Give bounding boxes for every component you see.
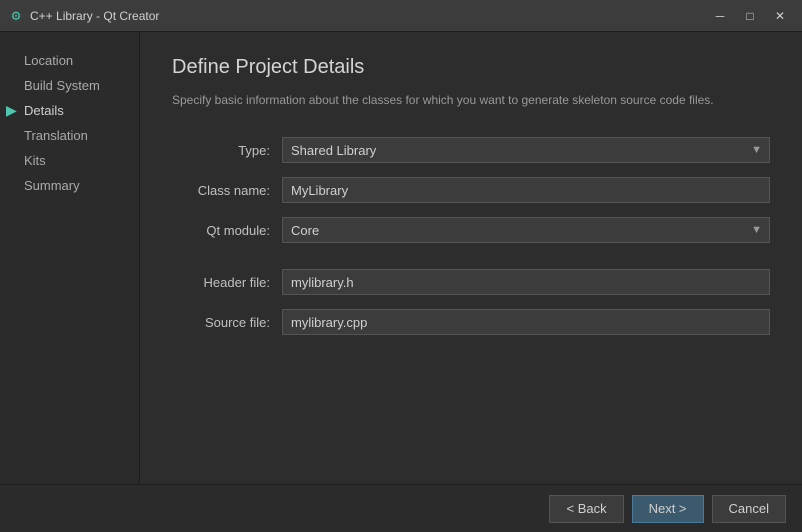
sidebar: Location Build System ▶ Details Translat…	[0, 32, 140, 484]
qtmodule-label: Qt module:	[172, 223, 282, 238]
classname-input[interactable]	[282, 177, 770, 203]
subtitle-text: Specify basic information about the clas…	[172, 91, 770, 109]
form-spacer	[172, 257, 770, 269]
sidebar-item-summary[interactable]: Summary	[0, 173, 139, 198]
cancel-button[interactable]: Cancel	[712, 495, 786, 523]
header-label: Header file:	[172, 275, 282, 290]
classname-label: Class name:	[172, 183, 282, 198]
titlebar: ⚙ C++ Library - Qt Creator ─ □ ✕	[0, 0, 802, 32]
qtmodule-row: Qt module: Core ▼	[172, 217, 770, 243]
source-label: Source file:	[172, 315, 282, 330]
qtmodule-select-wrapper: Core ▼	[282, 217, 770, 243]
header-row: Header file:	[172, 269, 770, 295]
sidebar-item-details[interactable]: ▶ Details	[0, 98, 139, 123]
sidebar-item-build-system[interactable]: Build System	[0, 73, 139, 98]
window-title: C++ Library - Qt Creator	[30, 9, 706, 23]
window-controls: ─ □ ✕	[706, 5, 794, 27]
type-row: Type: Shared Library ▼	[172, 137, 770, 163]
type-select-wrapper: Shared Library ▼	[282, 137, 770, 163]
page-title: Define Project Details	[172, 56, 770, 79]
main-layout: Location Build System ▶ Details Translat…	[0, 32, 802, 484]
classname-row: Class name:	[172, 177, 770, 203]
back-button[interactable]: < Back	[549, 495, 623, 523]
source-input[interactable]	[282, 309, 770, 335]
source-row: Source file:	[172, 309, 770, 335]
sidebar-item-location[interactable]: Location	[0, 48, 139, 73]
next-button[interactable]: Next >	[632, 495, 704, 523]
type-label: Type:	[172, 143, 282, 158]
app-icon: ⚙	[8, 8, 24, 24]
close-button[interactable]: ✕	[766, 5, 794, 27]
sidebar-item-translation[interactable]: Translation	[0, 123, 139, 148]
maximize-button[interactable]: □	[736, 5, 764, 27]
sidebar-item-kits[interactable]: Kits	[0, 148, 139, 173]
minimize-button[interactable]: ─	[706, 5, 734, 27]
footer: < Back Next > Cancel	[0, 484, 802, 532]
current-arrow-icon: ▶	[6, 102, 17, 119]
content-area: Define Project Details Specify basic inf…	[140, 32, 802, 484]
qtmodule-select[interactable]: Core	[282, 217, 770, 243]
header-input[interactable]	[282, 269, 770, 295]
type-select[interactable]: Shared Library	[282, 137, 770, 163]
